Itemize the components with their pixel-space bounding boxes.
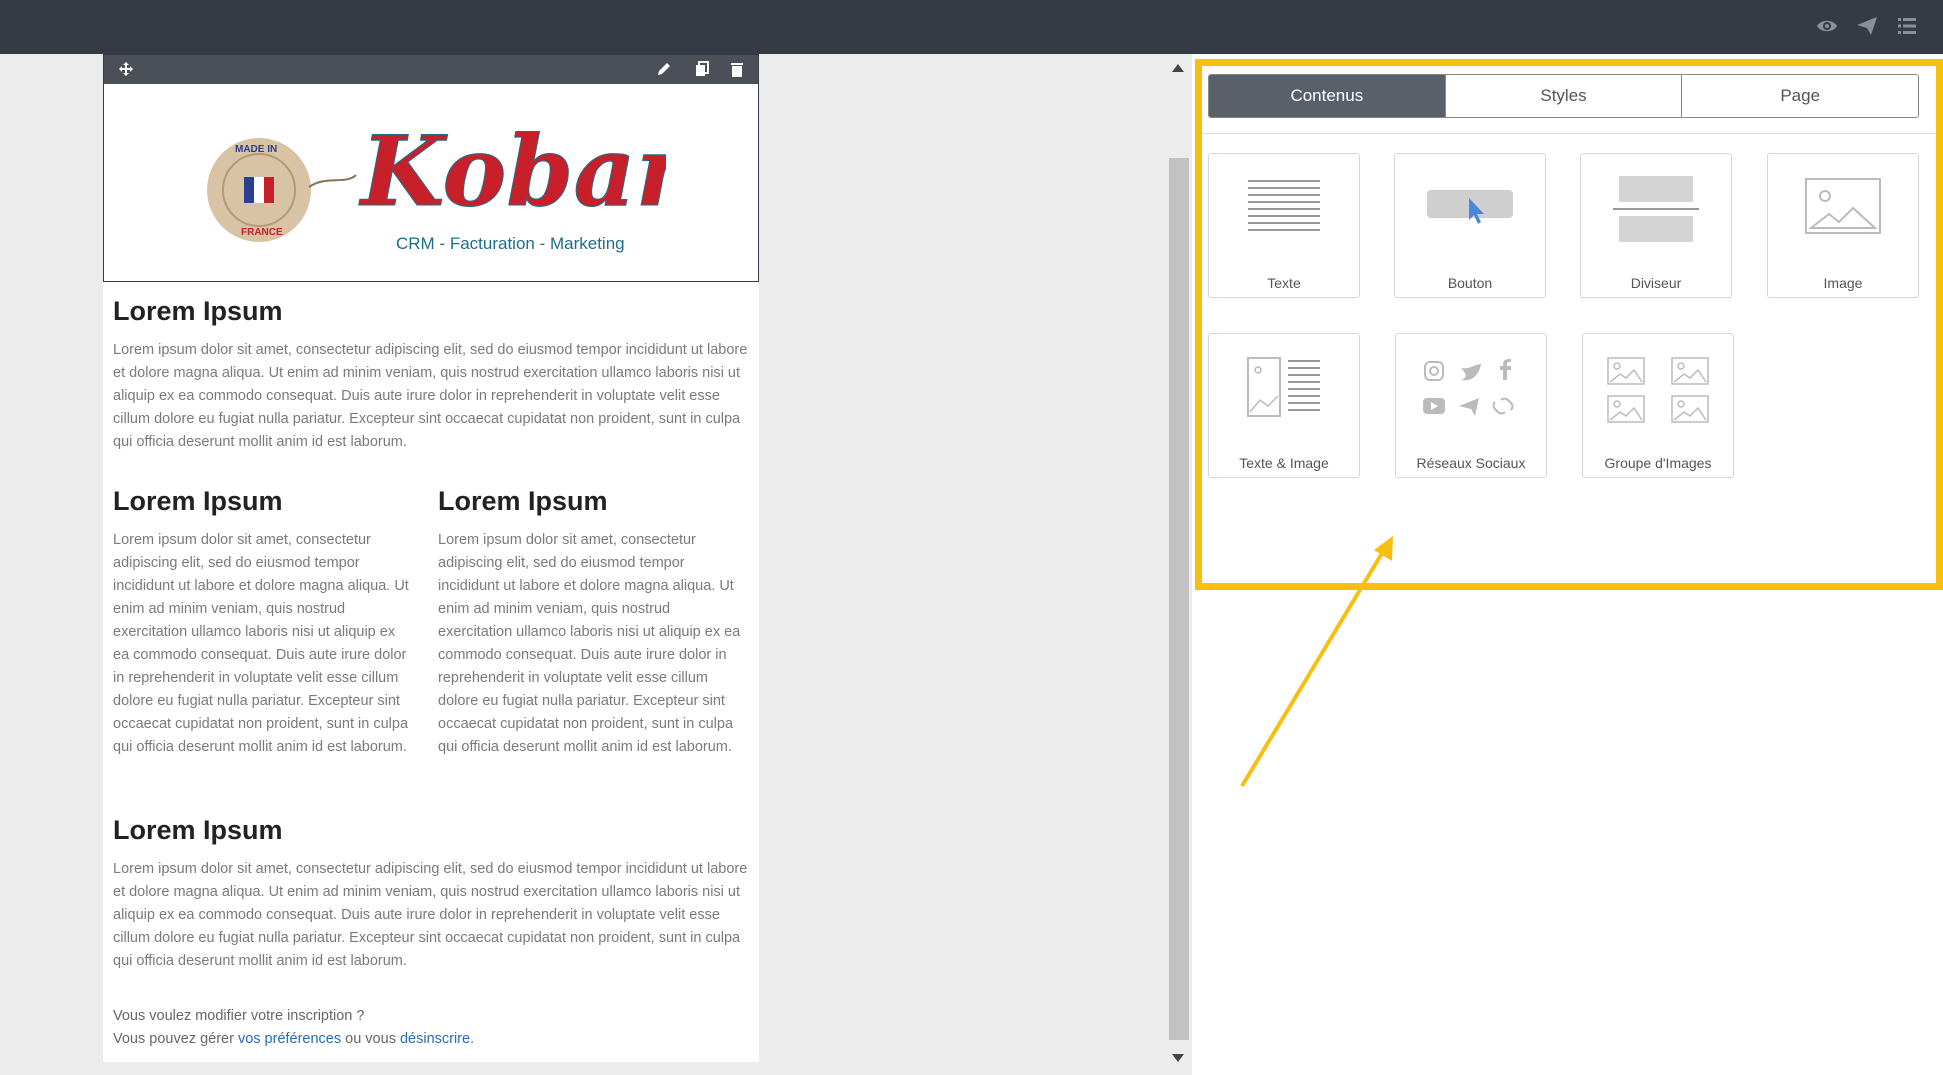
annotation-arrow (1240, 536, 1393, 788)
